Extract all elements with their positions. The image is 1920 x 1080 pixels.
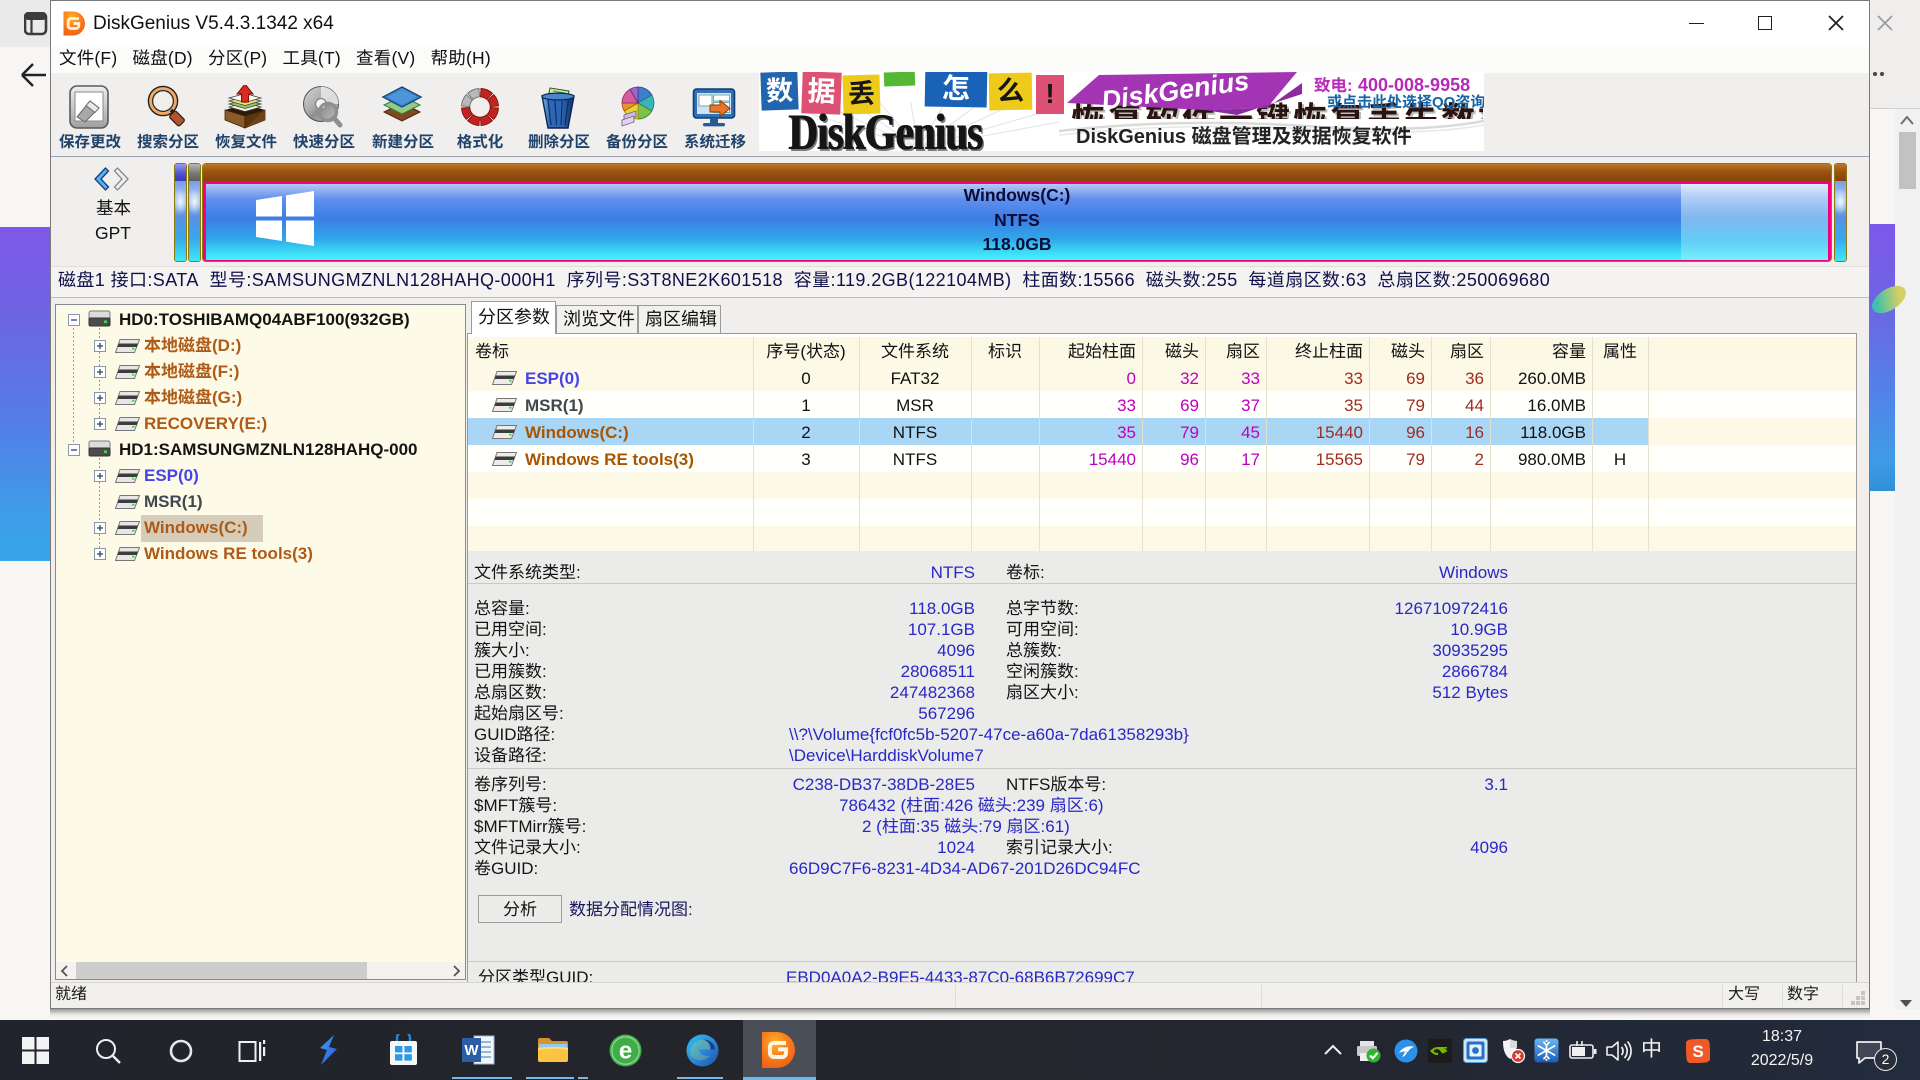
svg-text:S: S — [1692, 1042, 1703, 1061]
svg-text:W: W — [464, 1042, 479, 1059]
svg-text:e: e — [619, 1038, 632, 1065]
